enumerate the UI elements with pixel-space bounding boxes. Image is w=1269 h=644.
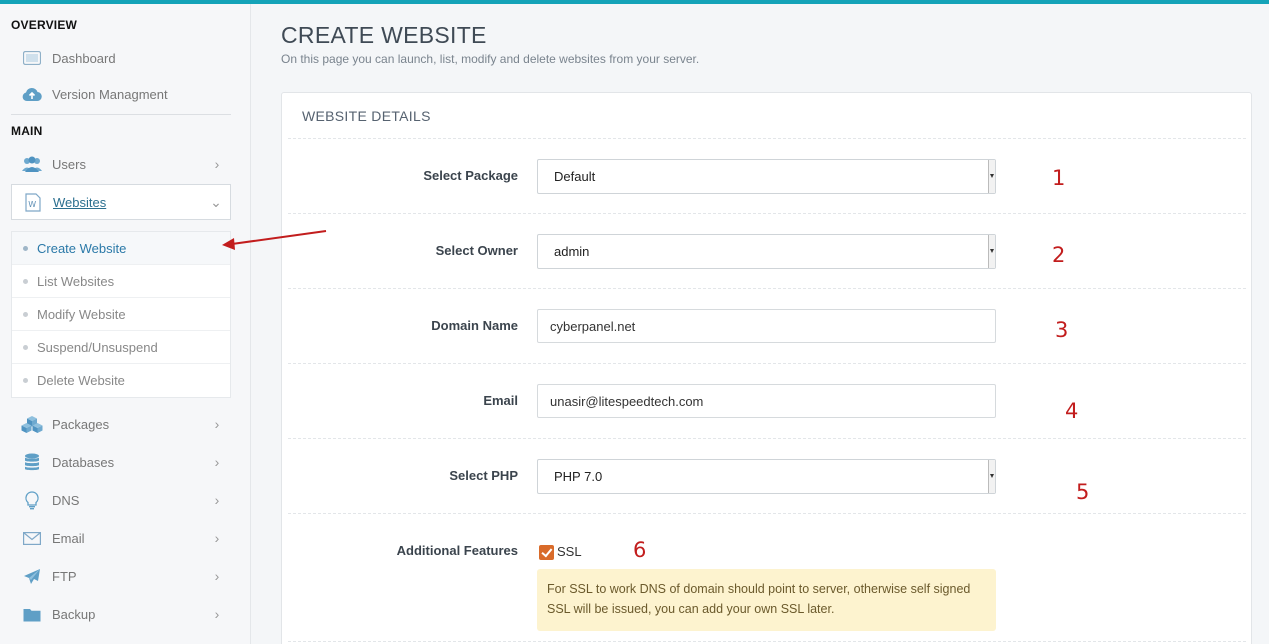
submenu-item-label: Delete Website (37, 373, 125, 388)
sidebar-item-ftp[interactable]: FTP › (11, 557, 231, 595)
sidebar-item-label: DNS (52, 492, 80, 508)
chevron-right-icon: › (214, 492, 220, 508)
row-separator (288, 513, 1246, 514)
sidebar-item-label: Version Managment (52, 86, 168, 102)
row-separator (288, 438, 1246, 439)
chevron-right-icon: › (214, 156, 220, 172)
chevron-down-icon: ⌄ (210, 193, 222, 210)
paper-plane-icon (21, 565, 43, 587)
domain-name-input[interactable] (537, 309, 996, 343)
annotation-number-5: 5 (1076, 480, 1090, 504)
sidebar-item-backup[interactable]: Backup › (11, 595, 231, 633)
sidebar-item-email[interactable]: Email › (11, 519, 231, 557)
submenu-item-label: Modify Website (37, 306, 126, 322)
row-separator (288, 288, 1246, 289)
sidebar-item-dashboard[interactable]: Dashboard (11, 39, 231, 77)
website-details-panel: WEBSITE DETAILS Select Package Default 1… (281, 92, 1252, 644)
bullet-icon (23, 311, 28, 317)
sidebar-item-dns[interactable]: DNS › (11, 481, 231, 519)
website-document-icon: W (22, 191, 44, 213)
package-select-value: Default (554, 169, 596, 184)
annotation-number-4: 4 (1065, 399, 1079, 423)
chevron-right-icon: › (214, 454, 220, 470)
cloud-upload-icon (21, 83, 43, 105)
envelope-icon (21, 527, 43, 549)
sidebar-section-overview: OVERVIEW (11, 18, 78, 32)
row-separator (288, 641, 1246, 642)
submenu-item-label: List Websites (37, 273, 115, 289)
sidebar-item-label: FTP (52, 568, 77, 584)
row-separator (288, 213, 1246, 214)
websites-submenu: Create Website List Websites Modify Webs… (11, 231, 231, 398)
svg-text:W: W (28, 200, 36, 209)
submenu-item-label: Suspend/Unsuspend (37, 339, 158, 355)
submenu-item-list-websites[interactable]: List Websites (12, 265, 230, 298)
panel-title: WEBSITE DETAILS (302, 108, 431, 124)
package-select[interactable]: Default (537, 159, 996, 194)
folder-icon (21, 603, 43, 625)
sidebar-item-label: Users (52, 156, 86, 172)
users-icon (21, 153, 43, 175)
sidebar-item-label: Databases (52, 454, 115, 470)
email-input[interactable] (537, 384, 996, 418)
packages-icon (21, 413, 43, 435)
main-content: CREATE WEBSITE On this page you can laun… (251, 4, 1269, 644)
select-caret-icon (988, 460, 995, 493)
ssl-checkbox-label: SSL (557, 544, 582, 559)
submenu-item-modify-website[interactable]: Modify Website (12, 298, 230, 331)
sidebar-item-label: Websites (53, 194, 107, 210)
package-label: Select Package (423, 168, 518, 183)
chevron-right-icon: › (214, 568, 220, 584)
owner-select[interactable]: admin (537, 234, 996, 269)
sidebar-item-label: Email (52, 530, 85, 546)
sidebar-item-label: Backup (52, 606, 96, 622)
ssl-checkbox[interactable] (539, 545, 554, 560)
bullet-icon (23, 278, 28, 284)
php-label: Select PHP (449, 468, 518, 483)
php-select-value: PHP 7.0 (554, 469, 603, 484)
php-select[interactable]: PHP 7.0 (537, 459, 996, 494)
email-label: Email (483, 393, 518, 408)
bullet-icon (23, 344, 28, 350)
chevron-right-icon: › (214, 416, 220, 432)
bullet-icon (23, 245, 28, 251)
database-icon (21, 451, 43, 473)
sidebar-item-users[interactable]: Users › (11, 145, 231, 183)
sidebar-item-packages[interactable]: Packages › (11, 405, 231, 443)
select-caret-icon (988, 235, 995, 268)
dashboard-icon (21, 47, 43, 69)
row-separator (288, 363, 1246, 364)
annotation-number-6: 6 (633, 538, 647, 562)
lightbulb-icon (21, 489, 43, 511)
owner-select-value: admin (554, 244, 590, 259)
page-subtitle: On this page you can launch, list, modif… (281, 52, 700, 66)
sidebar-item-version-management[interactable]: Version Managment (11, 75, 231, 113)
sidebar-item-label: Dashboard (52, 50, 116, 66)
submenu-item-create-website[interactable]: Create Website (12, 232, 230, 265)
chevron-right-icon: › (214, 530, 220, 546)
sidebar-item-label: Packages (52, 416, 110, 432)
ssl-warning-note: For SSL to work DNS of domain should poi… (537, 569, 996, 631)
select-caret-icon (988, 160, 995, 193)
row-separator (288, 138, 1246, 139)
bullet-icon (23, 378, 28, 383)
features-label: Additional Features (396, 543, 518, 558)
submenu-item-suspend-unsuspend[interactable]: Suspend/Unsuspend (12, 331, 230, 364)
domain-label: Domain Name (431, 318, 518, 333)
page-title: CREATE WEBSITE (281, 22, 487, 48)
sidebar-item-databases[interactable]: Databases › (11, 443, 231, 481)
submenu-item-label: Create Website (37, 240, 127, 256)
sidebar-section-main: MAIN (11, 124, 43, 138)
annotation-number-1: 1 (1052, 166, 1066, 190)
annotation-number-2: 2 (1052, 243, 1066, 267)
annotation-number-3: 3 (1055, 318, 1069, 342)
sidebar: OVERVIEW Dashboard Version Managment MAI… (0, 4, 251, 644)
chevron-right-icon: › (214, 606, 220, 622)
submenu-item-delete-website[interactable]: Delete Website (12, 364, 230, 397)
owner-label: Select Owner (435, 243, 518, 258)
sidebar-divider (11, 114, 231, 115)
sidebar-item-websites[interactable]: W Websites ⌄ (11, 184, 231, 220)
